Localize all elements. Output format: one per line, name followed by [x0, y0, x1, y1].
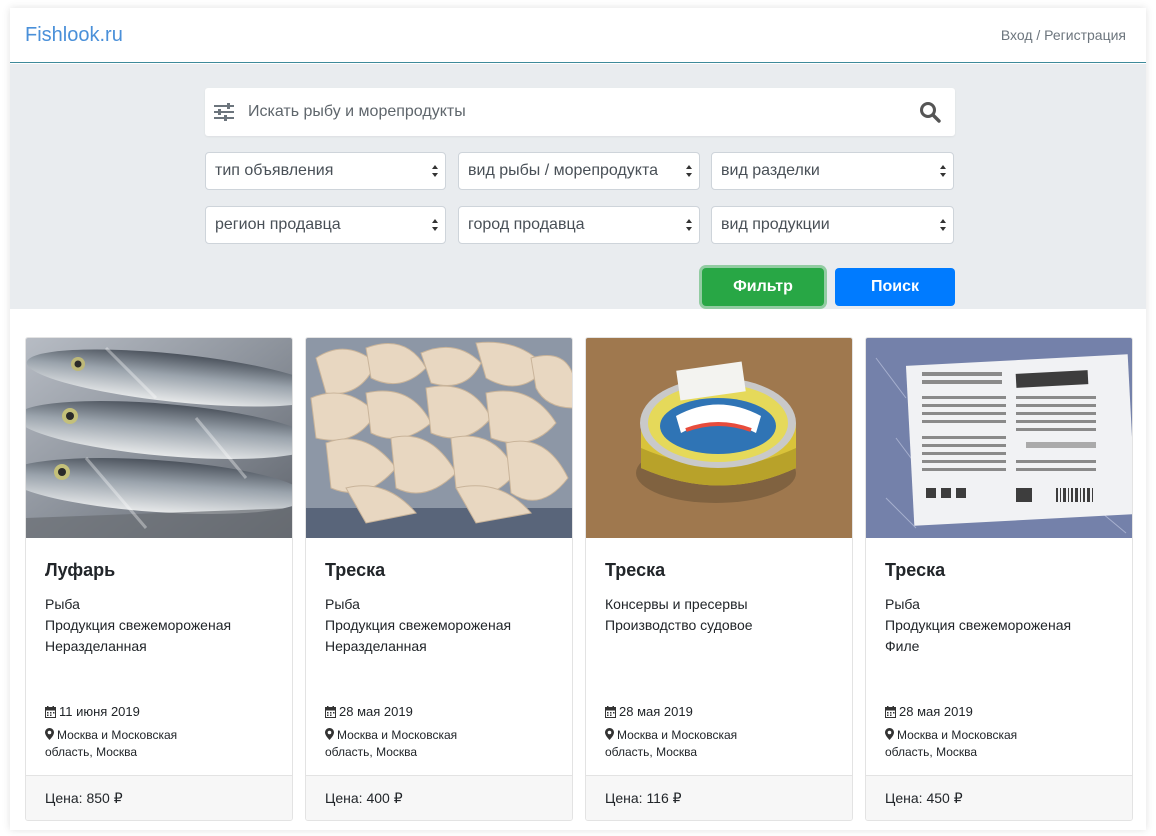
listing-category: Рыба: [885, 596, 920, 612]
listing-category: Рыба: [45, 596, 80, 612]
calendar-icon: [885, 705, 896, 718]
search-input[interactable]: [246, 102, 905, 122]
listing-category: Консервы и пресервы: [605, 596, 748, 612]
listing-price: Цена: 850 ₽: [26, 775, 292, 820]
listing-product-kind: Производство судовое: [605, 617, 753, 633]
listing-cut-type: Неразделанная: [45, 638, 147, 654]
select-caret-icon: [940, 219, 946, 231]
listing-date: 28 мая 2019: [605, 704, 693, 719]
listing-price: Цена: 116 ₽: [586, 775, 852, 820]
register-link[interactable]: Регистрация: [1044, 27, 1126, 43]
listing-title[interactable]: Треска: [325, 560, 385, 581]
select-seller-region[interactable]: регион продавца: [205, 206, 446, 244]
calendar-icon: [325, 705, 336, 718]
auth-separator: /: [1032, 27, 1045, 43]
listing-date-value: 28 мая 2019: [899, 704, 973, 719]
search-panel: тип объявления вид рыбы / морепродукта в…: [10, 64, 1146, 309]
select-listing-type-value: тип объявления: [215, 162, 334, 179]
listing-location: Москва и Московская область, Москва: [605, 727, 775, 761]
listing-location-value: Москва и Московская область, Москва: [325, 728, 458, 759]
login-link[interactable]: Вход: [1001, 27, 1033, 43]
select-seller-region-value: регион продавца: [215, 216, 341, 233]
select-caret-icon: [432, 165, 438, 177]
sliders-icon[interactable]: [214, 103, 234, 121]
listing-category: Рыба: [325, 596, 360, 612]
select-listing-type[interactable]: тип объявления: [205, 152, 446, 190]
select-seller-city[interactable]: город продавца: [458, 206, 700, 244]
map-marker-icon: [45, 728, 54, 740]
listing-location: Москва и Московская область, Москва: [325, 727, 495, 761]
listing-location: Москва и Московская область, Москва: [885, 727, 1055, 761]
listing-details: Рыба Продукция свежемороженая Филе: [885, 594, 1071, 657]
listing-details: Рыба Продукция свежемороженая Неразделан…: [325, 594, 511, 657]
calendar-icon: [45, 705, 56, 718]
listing-title[interactable]: Треска: [885, 560, 945, 581]
listing-location-value: Москва и Московская область, Москва: [605, 728, 738, 759]
select-cut-type[interactable]: вид разделки: [711, 152, 954, 190]
brand-logo-link[interactable]: Fishlook.ru: [25, 24, 123, 47]
calendar-icon: [605, 705, 616, 718]
listing-location: Москва и Московская область, Москва: [45, 727, 215, 761]
map-marker-icon: [605, 728, 614, 740]
select-cut-type-value: вид разделки: [721, 162, 820, 179]
listing-photo-canned-cod[interactable]: [586, 338, 853, 538]
select-fish-type[interactable]: вид рыбы / морепродукта: [458, 152, 700, 190]
select-fish-type-value: вид рыбы / морепродукта: [468, 162, 658, 179]
listing-photo-cod-fillets[interactable]: [306, 338, 573, 538]
search-button[interactable]: Поиск: [835, 268, 955, 306]
listing-date-value: 28 мая 2019: [339, 704, 413, 719]
listing-card[interactable]: Треска Рыба Продукция свежемороженая Фил…: [865, 337, 1133, 821]
select-caret-icon: [940, 165, 946, 177]
listing-date: 28 мая 2019: [885, 704, 973, 719]
search-bar: [205, 88, 955, 136]
listing-card[interactable]: Треска Консервы и пресервы Производство …: [585, 337, 853, 821]
listing-location-value: Москва и Московская область, Москва: [885, 728, 1018, 759]
listing-date-value: 11 июня 2019: [59, 704, 140, 719]
listing-price: Цена: 450 ₽: [866, 775, 1132, 820]
listing-card[interactable]: Треска Рыба Продукция свежемороженая Нер…: [305, 337, 573, 821]
page-frame: Fishlook.ru Вход / Регистрация тип объяв…: [10, 8, 1146, 830]
top-navbar: Fishlook.ru Вход / Регистрация: [10, 8, 1146, 63]
listing-title[interactable]: Треска: [605, 560, 665, 581]
select-caret-icon: [686, 219, 692, 231]
filter-button[interactable]: Фильтр: [702, 268, 824, 306]
listing-date-value: 28 мая 2019: [619, 704, 693, 719]
select-caret-icon: [432, 219, 438, 231]
listing-location-value: Москва и Московская область, Москва: [45, 728, 178, 759]
select-product-type-value: вид продукции: [721, 216, 830, 233]
listing-date: 28 мая 2019: [325, 704, 413, 719]
listing-details: Рыба Продукция свежемороженая Неразделан…: [45, 594, 231, 657]
listing-product-kind: Продукция свежемороженая: [885, 617, 1072, 633]
search-icon[interactable]: [919, 101, 941, 123]
listing-price: Цена: 400 ₽: [306, 775, 572, 820]
listing-cut-type: Филе: [885, 638, 920, 654]
listing-cut-type: Неразделанная: [325, 638, 427, 654]
auth-links: Вход / Регистрация: [1001, 27, 1126, 43]
map-marker-icon: [885, 728, 894, 740]
listing-photo-bluefish[interactable]: [26, 338, 293, 538]
listing-details: Консервы и пресервы Производство судовое: [605, 594, 753, 636]
listing-product-kind: Продукция свежемороженая: [325, 617, 512, 633]
listing-title[interactable]: Луфарь: [45, 560, 115, 581]
listing-photo-cod-box-label[interactable]: [866, 338, 1133, 538]
select-seller-city-value: город продавца: [468, 216, 585, 233]
listing-product-kind: Продукция свежемороженая: [45, 617, 232, 633]
listing-card[interactable]: Луфарь Рыба Продукция свежемороженая Нер…: [25, 337, 293, 821]
select-product-type[interactable]: вид продукции: [711, 206, 954, 244]
select-caret-icon: [686, 165, 692, 177]
map-marker-icon: [325, 728, 334, 740]
listing-date: 11 июня 2019: [45, 704, 140, 719]
